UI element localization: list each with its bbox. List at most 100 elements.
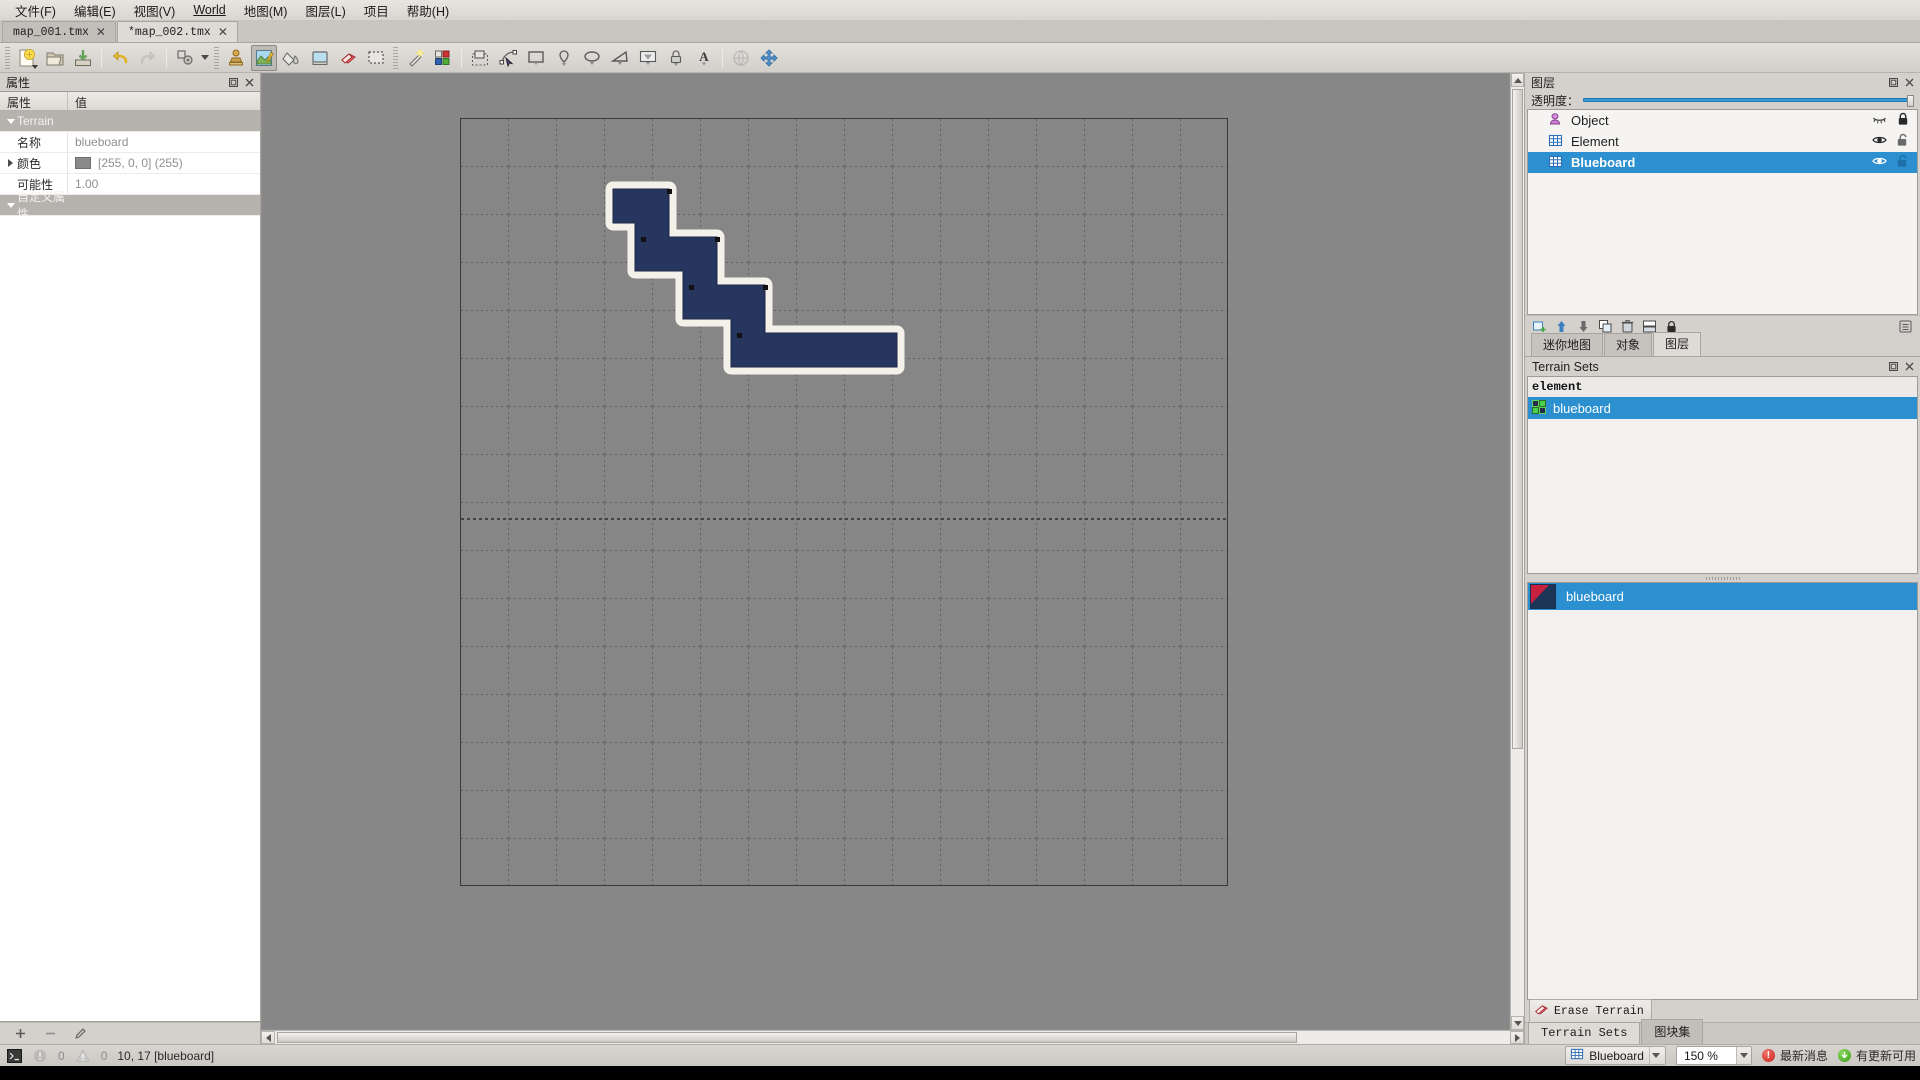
edit-objects-dropdown[interactable] [199, 45, 211, 71]
property-group-terrain[interactable]: Terrain [0, 111, 260, 132]
toolbar-grip[interactable] [5, 46, 10, 69]
canvas-horizontal-scrollbar[interactable] [261, 1030, 1524, 1044]
shape-fill-button[interactable] [307, 45, 333, 71]
insert-tile-button[interactable] [663, 45, 689, 71]
terrain-set-blueboard[interactable]: blueboard [1528, 397, 1917, 419]
insert-point-button[interactable] [551, 45, 577, 71]
news-status[interactable]: ! 最新消息 [1761, 1047, 1828, 1064]
current-layer-combo[interactable]: Blueboard [1565, 1046, 1666, 1065]
close-dock-icon[interactable] [1902, 360, 1916, 374]
menu-layer[interactable]: 图层(L) [296, 0, 354, 22]
insert-text-button[interactable]: A [691, 45, 717, 71]
terrain-tiles-list[interactable]: blueboard [1527, 582, 1918, 1000]
edit-objects-button[interactable] [172, 45, 198, 71]
chevron-down-icon[interactable] [4, 202, 17, 208]
column-header-property[interactable]: 属性 [0, 92, 68, 110]
property-value[interactable]: 1.00 [75, 177, 98, 191]
property-row-color[interactable]: 颜色 [255, 0, 0] (255) [0, 153, 260, 174]
tab-objects[interactable]: 对象 [1604, 333, 1653, 356]
terrain-tile-blueboard[interactable]: blueboard [1528, 583, 1917, 610]
lock-open-icon[interactable] [1897, 133, 1909, 150]
hscroll-track[interactable] [275, 1031, 1510, 1044]
menu-map[interactable]: 地图(M) [235, 0, 297, 22]
property-row-name[interactable]: 名称 blueboard [0, 132, 260, 153]
menu-world[interactable]: World [184, 1, 234, 19]
chevron-down-icon[interactable] [4, 118, 17, 124]
close-icon[interactable]: ✕ [95, 26, 107, 38]
pan-tool-button[interactable] [756, 45, 782, 71]
eye-closed-icon[interactable] [1872, 113, 1887, 128]
menu-file[interactable]: 文件(F) [6, 0, 65, 22]
layer-row-blueboard[interactable]: Blueboard [1528, 152, 1917, 173]
pencil-icon[interactable] [72, 1026, 88, 1042]
float-dock-icon[interactable] [1886, 75, 1900, 89]
menu-view[interactable]: 视图(V) [125, 0, 185, 22]
terrain-sets-list[interactable]: element blueboard [1527, 376, 1918, 574]
console-icon[interactable] [6, 1048, 22, 1063]
map-canvas[interactable] [261, 73, 1510, 1030]
terrain-panel-splitter[interactable] [1527, 574, 1918, 582]
lock-open-icon[interactable] [1897, 154, 1909, 171]
layer-options-button[interactable] [1897, 318, 1914, 335]
scroll-left-button[interactable] [261, 1031, 275, 1044]
eraser-button[interactable] [335, 45, 361, 71]
close-icon[interactable]: ✕ [217, 26, 229, 38]
close-dock-icon[interactable] [242, 75, 256, 89]
opacity-slider[interactable] [1583, 95, 1914, 107]
insert-template-button[interactable] [635, 45, 661, 71]
tab-map-001[interactable]: map_001.tmx ✕ [2, 21, 116, 42]
vscroll-track[interactable] [1511, 87, 1524, 1016]
eye-open-icon[interactable] [1872, 155, 1887, 170]
lock-closed-icon[interactable] [1897, 112, 1909, 129]
menu-project[interactable]: 项目 [355, 0, 398, 22]
opacity-slider-handle[interactable] [1907, 95, 1914, 107]
terrain-painted-shape[interactable] [589, 171, 989, 391]
zoom-value[interactable]: 150 % [1677, 1049, 1736, 1063]
column-header-value[interactable]: 值 [68, 92, 260, 110]
tab-layers[interactable]: 图层 [1653, 332, 1702, 356]
scroll-up-button[interactable] [1511, 73, 1524, 87]
insert-ellipse-button[interactable] [579, 45, 605, 71]
stamp-brush-button[interactable] [223, 45, 249, 71]
layers-list[interactable]: Object Element Blueboard [1527, 109, 1918, 315]
menu-edit[interactable]: 编辑(E) [65, 0, 125, 22]
bucket-fill-button[interactable] [279, 45, 305, 71]
undo-button[interactable] [107, 45, 133, 71]
property-group-custom[interactable]: 自定义属性 [0, 190, 260, 221]
menu-help[interactable]: 帮助(H) [398, 0, 458, 22]
chevron-down-icon[interactable] [1735, 1047, 1751, 1064]
chevron-right-icon[interactable] [4, 159, 17, 167]
plus-icon[interactable] [12, 1026, 28, 1042]
canvas-vertical-scrollbar[interactable] [1510, 73, 1524, 1030]
terrain-brush-button[interactable] [251, 44, 277, 71]
terrain-set-group[interactable]: element [1528, 377, 1917, 397]
insert-polygon-button[interactable] [607, 45, 633, 71]
scroll-down-button[interactable] [1511, 1016, 1524, 1030]
minus-icon[interactable] [42, 1026, 58, 1042]
chevron-down-icon[interactable] [1648, 1047, 1662, 1064]
float-dock-icon[interactable] [1886, 360, 1900, 374]
update-status[interactable]: 有更新可用 [1837, 1047, 1916, 1064]
color-swatch[interactable] [75, 157, 91, 169]
property-value[interactable]: [255, 0, 0] (255) [98, 156, 183, 170]
hscroll-thumb[interactable] [277, 1032, 1297, 1043]
toolbar-grip-2[interactable] [214, 46, 219, 69]
vscroll-thumb[interactable] [1512, 89, 1523, 749]
tab-minimap[interactable]: 迷你地图 [1531, 333, 1604, 356]
open-file-button[interactable] [42, 45, 68, 71]
close-dock-icon[interactable] [1902, 75, 1916, 89]
select-objects-button[interactable] [467, 45, 493, 71]
erase-terrain-button[interactable]: Erase Terrain [1529, 998, 1652, 1024]
new-map-button[interactable] [14, 45, 40, 71]
eye-open-icon[interactable] [1872, 134, 1887, 149]
tab-terrain-sets[interactable]: Terrain Sets [1528, 1022, 1641, 1044]
chevron-down-icon[interactable] [32, 64, 38, 69]
magic-wand-button[interactable] [402, 45, 428, 71]
insert-rectangle-button[interactable] [523, 45, 549, 71]
property-value[interactable]: blueboard [75, 135, 128, 149]
toolbar-grip-3[interactable] [393, 46, 398, 69]
edit-polygons-button[interactable] [495, 45, 521, 71]
tab-map-002[interactable]: *map_002.tmx ✕ [116, 21, 238, 42]
layer-row-object[interactable]: Object [1528, 110, 1917, 131]
select-same-tile-button[interactable] [430, 45, 456, 71]
